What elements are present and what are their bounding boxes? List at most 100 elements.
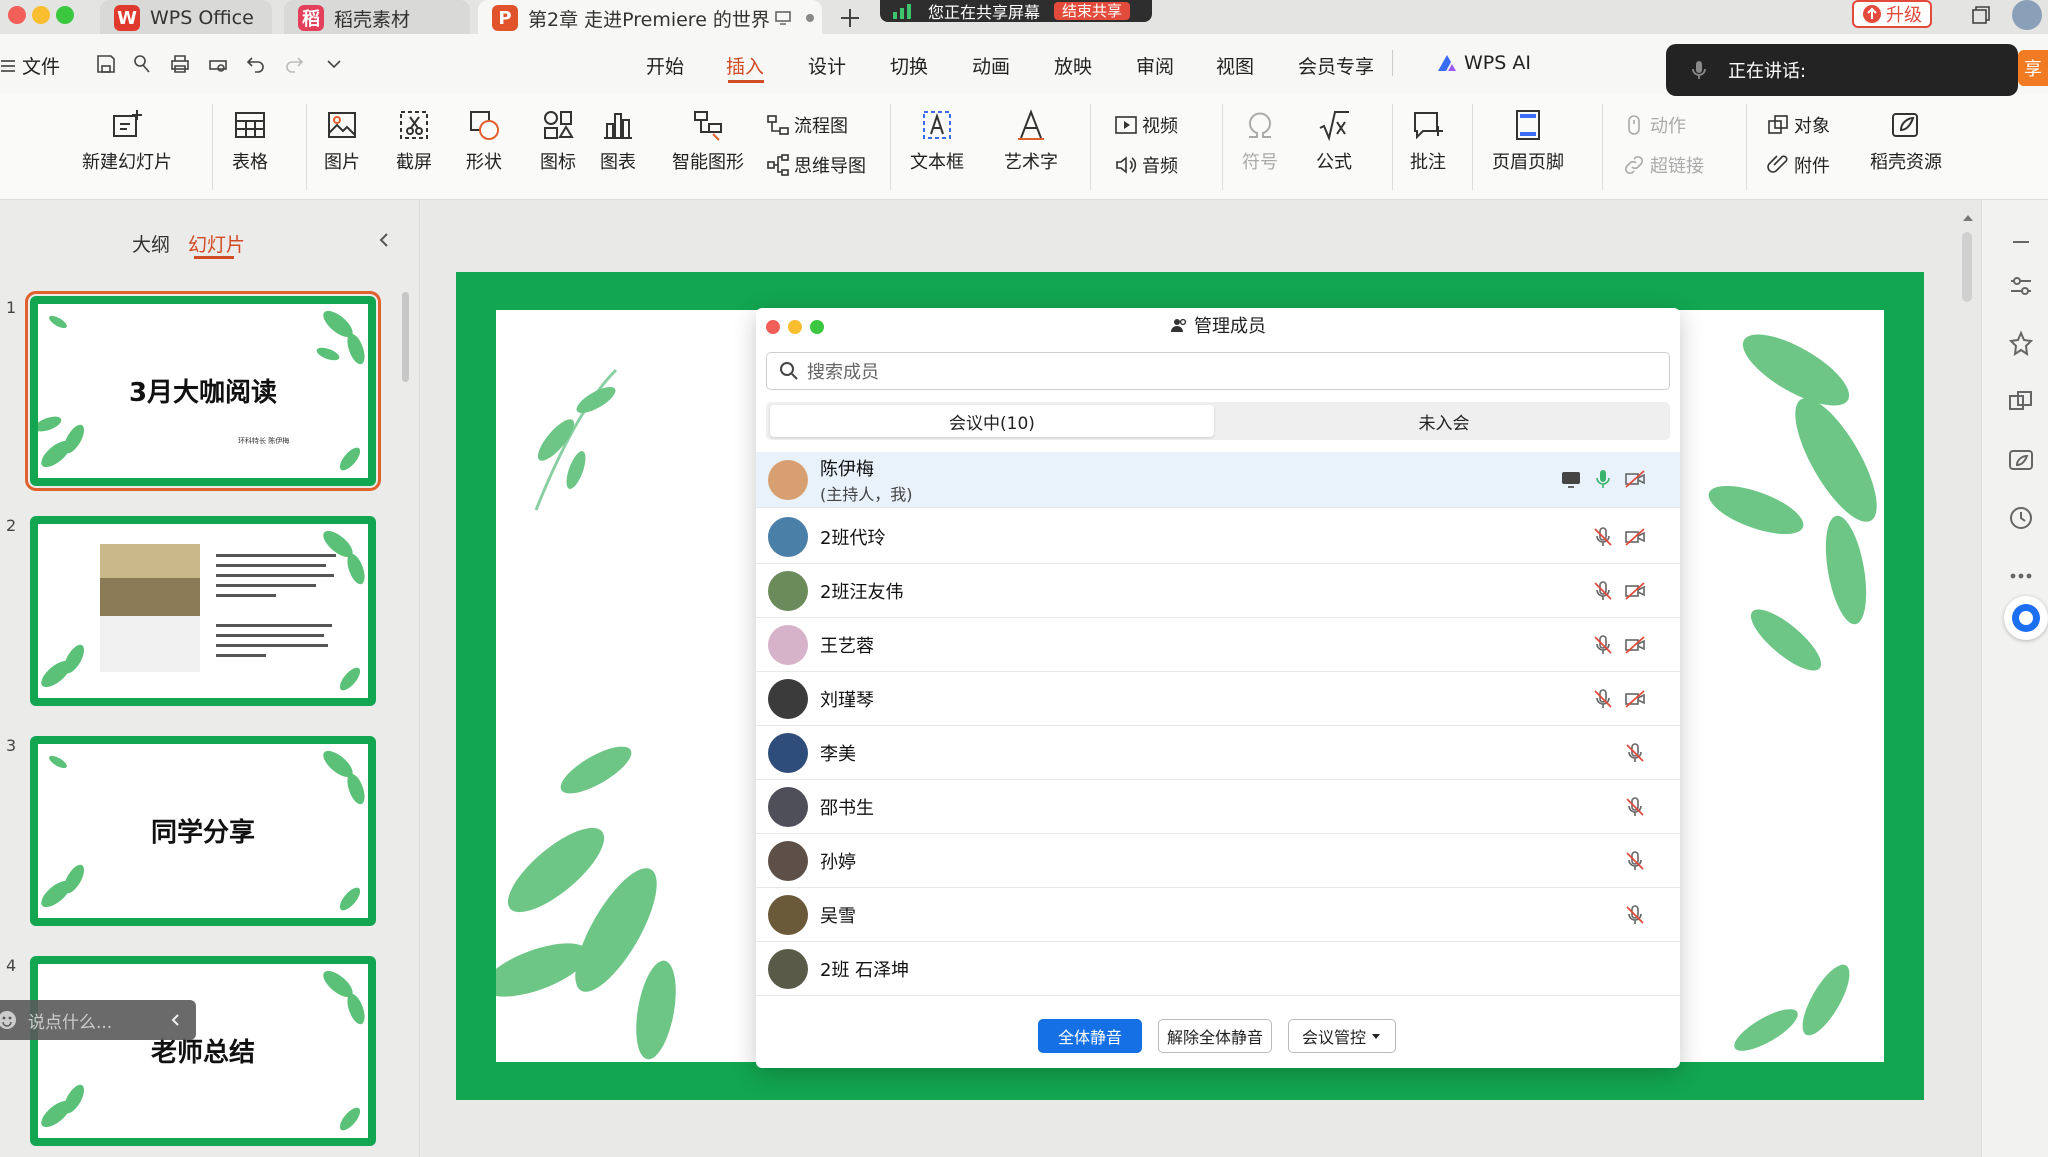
symbol-button[interactable]: 符号 <box>1242 108 1278 174</box>
print-preview-button[interactable] <box>206 52 230 76</box>
mic-muted-icon[interactable] <box>1624 904 1646 926</box>
tab-outline[interactable]: 大纲 <box>132 230 170 257</box>
audio-button[interactable]: 音频 <box>1114 152 1178 178</box>
menu-wps-ai[interactable]: WPS AI <box>1436 52 1531 74</box>
camera-off-icon[interactable] <box>1624 580 1646 602</box>
tab-daoke[interactable]: 稻 稻壳素材 <box>284 0 470 36</box>
mic-muted-icon[interactable] <box>1624 742 1646 764</box>
member-row[interactable]: 李美 <box>756 726 1680 780</box>
mic-muted-icon[interactable] <box>1592 634 1614 656</box>
menu-review[interactable]: 审阅 <box>1136 52 1174 79</box>
member-row[interactable]: 邵书生 <box>756 780 1680 834</box>
tab-document[interactable]: P 第2章 走进Premiere 的世界 <box>478 0 822 36</box>
slide-thumbnail-2[interactable] <box>30 516 376 706</box>
mic-muted-icon[interactable] <box>1592 526 1614 548</box>
video-button[interactable]: 视频 <box>1114 112 1178 138</box>
menu-view[interactable]: 视图 <box>1216 52 1254 79</box>
tab-in-meeting[interactable]: 会议中(10) <box>770 405 1214 437</box>
mute-all-button[interactable]: 全体静音 <box>1038 1019 1142 1053</box>
camera-off-icon[interactable] <box>1624 634 1646 656</box>
mic-muted-icon[interactable] <box>1592 580 1614 602</box>
comment-button[interactable]: 批注 <box>1410 108 1446 174</box>
menu-home[interactable]: 开始 <box>646 52 684 79</box>
minimize-window-button[interactable] <box>32 6 50 24</box>
wordart-button[interactable]: 艺术字 <box>1004 108 1058 174</box>
print-button[interactable] <box>168 52 192 76</box>
object-button[interactable]: 对象 <box>1766 112 1830 138</box>
search-members-input[interactable]: 搜索成员 <box>766 352 1670 390</box>
member-row[interactable]: 王艺蓉 <box>756 618 1680 672</box>
slide-thumbnail-1[interactable]: 3月大咖阅读 环科特长 陈伊梅 <box>25 291 381 491</box>
action-button[interactable]: 动作 <box>1622 112 1686 138</box>
camera-off-icon[interactable] <box>1624 688 1646 710</box>
formula-button[interactable]: 公式 <box>1316 108 1352 174</box>
chat-input-bar[interactable]: 说点什么... <box>0 1000 196 1040</box>
export-button[interactable] <box>130 52 154 76</box>
member-row[interactable]: 2班汪友伟 <box>756 564 1680 618</box>
member-row[interactable]: 刘瑾琴 <box>756 672 1680 726</box>
member-row[interactable]: 吴雪 <box>756 888 1680 942</box>
daoke-resources-button[interactable]: 稻壳资源 <box>1870 108 1942 174</box>
mic-muted-icon[interactable] <box>1624 850 1646 872</box>
end-share-button[interactable]: 结束共享 <box>1054 2 1131 20</box>
flowchart-button[interactable]: 流程图 <box>766 112 848 138</box>
redo-button[interactable] <box>282 52 306 76</box>
tab-slides[interactable]: 幻灯片 <box>188 230 245 257</box>
attachment-button[interactable]: 附件 <box>1766 152 1830 178</box>
scroll-up-button[interactable] <box>1962 212 1974 224</box>
upgrade-button[interactable]: 升级 <box>1852 0 1932 28</box>
share-tab-button[interactable]: 享 <box>2018 50 2048 86</box>
mic-muted-icon[interactable] <box>1624 796 1646 818</box>
screen-share-icon[interactable] <box>1560 468 1582 490</box>
textbox-button[interactable]: 文本框 <box>910 108 964 174</box>
menu-design[interactable]: 设计 <box>808 52 846 79</box>
slide-thumbnail-3[interactable]: 同学分享 <box>30 736 376 926</box>
slide-thumbnail-4[interactable]: 老师总结 <box>30 956 376 1146</box>
smart-shape-button[interactable]: 智能图形 <box>672 108 744 174</box>
canvas-scrollbar[interactable] <box>1962 232 1972 302</box>
member-row[interactable]: 孙婷 <box>756 834 1680 888</box>
menu-animation[interactable]: 动画 <box>972 52 1010 79</box>
menu-member[interactable]: 会员专享 <box>1298 52 1374 79</box>
mic-muted-icon[interactable] <box>1592 688 1614 710</box>
tab-wps-office[interactable]: W WPS Office <box>100 0 272 36</box>
history-button[interactable] <box>2007 504 2035 532</box>
file-menu[interactable]: 文件 <box>0 52 60 79</box>
icon-button[interactable]: 图标 <box>540 108 576 174</box>
collapse-panel-button[interactable] <box>374 230 394 250</box>
more-button[interactable] <box>2007 562 2035 590</box>
tab-not-joined[interactable]: 未入会 <box>1222 405 1666 437</box>
unmute-all-button[interactable]: 解除全体静音 <box>1158 1019 1272 1053</box>
properties-button[interactable] <box>2007 272 2035 300</box>
hyperlink-button[interactable]: 超链接 <box>1622 152 1704 178</box>
member-row[interactable]: 2班代玲 <box>756 510 1680 564</box>
user-avatar[interactable] <box>2012 0 2042 30</box>
table-button[interactable]: 表格 <box>232 108 268 174</box>
transform-button[interactable] <box>2007 388 2035 416</box>
chart-button[interactable]: 图表 <box>600 108 636 174</box>
chevron-left-icon[interactable] <box>168 1012 184 1028</box>
new-slide-button[interactable]: 新建幻灯片 <box>82 108 172 174</box>
screenshot-button[interactable]: 截屏 <box>396 108 432 174</box>
maximize-window-button[interactable] <box>56 6 74 24</box>
mindmap-button[interactable]: 思维导图 <box>766 152 866 178</box>
save-button[interactable] <box>94 52 118 76</box>
shape-button[interactable]: 形状 <box>466 108 502 174</box>
mic-on-icon[interactable] <box>1592 468 1614 490</box>
new-tab-button[interactable] <box>836 4 864 32</box>
menu-insert[interactable]: 插入 <box>726 52 764 79</box>
close-window-button[interactable] <box>8 6 26 24</box>
collapse-right-button[interactable] <box>2007 228 2035 256</box>
member-row[interactable]: 陈伊梅 (主持人，我) <box>756 452 1680 508</box>
header-footer-button[interactable]: 页眉页脚 <box>1492 108 1564 174</box>
menu-transition[interactable]: 切换 <box>890 52 928 79</box>
resources-button[interactable] <box>2007 446 2035 474</box>
undo-button[interactable] <box>244 52 268 76</box>
window-mode-button[interactable] <box>1970 4 1992 26</box>
picture-button[interactable]: 图片 <box>324 108 360 174</box>
camera-off-icon[interactable] <box>1624 526 1646 548</box>
menu-slideshow[interactable]: 放映 <box>1054 52 1092 79</box>
member-row[interactable]: 2班 石泽坤 <box>756 942 1680 996</box>
camera-off-icon[interactable] <box>1624 468 1646 490</box>
assistant-button[interactable] <box>2004 596 2048 640</box>
